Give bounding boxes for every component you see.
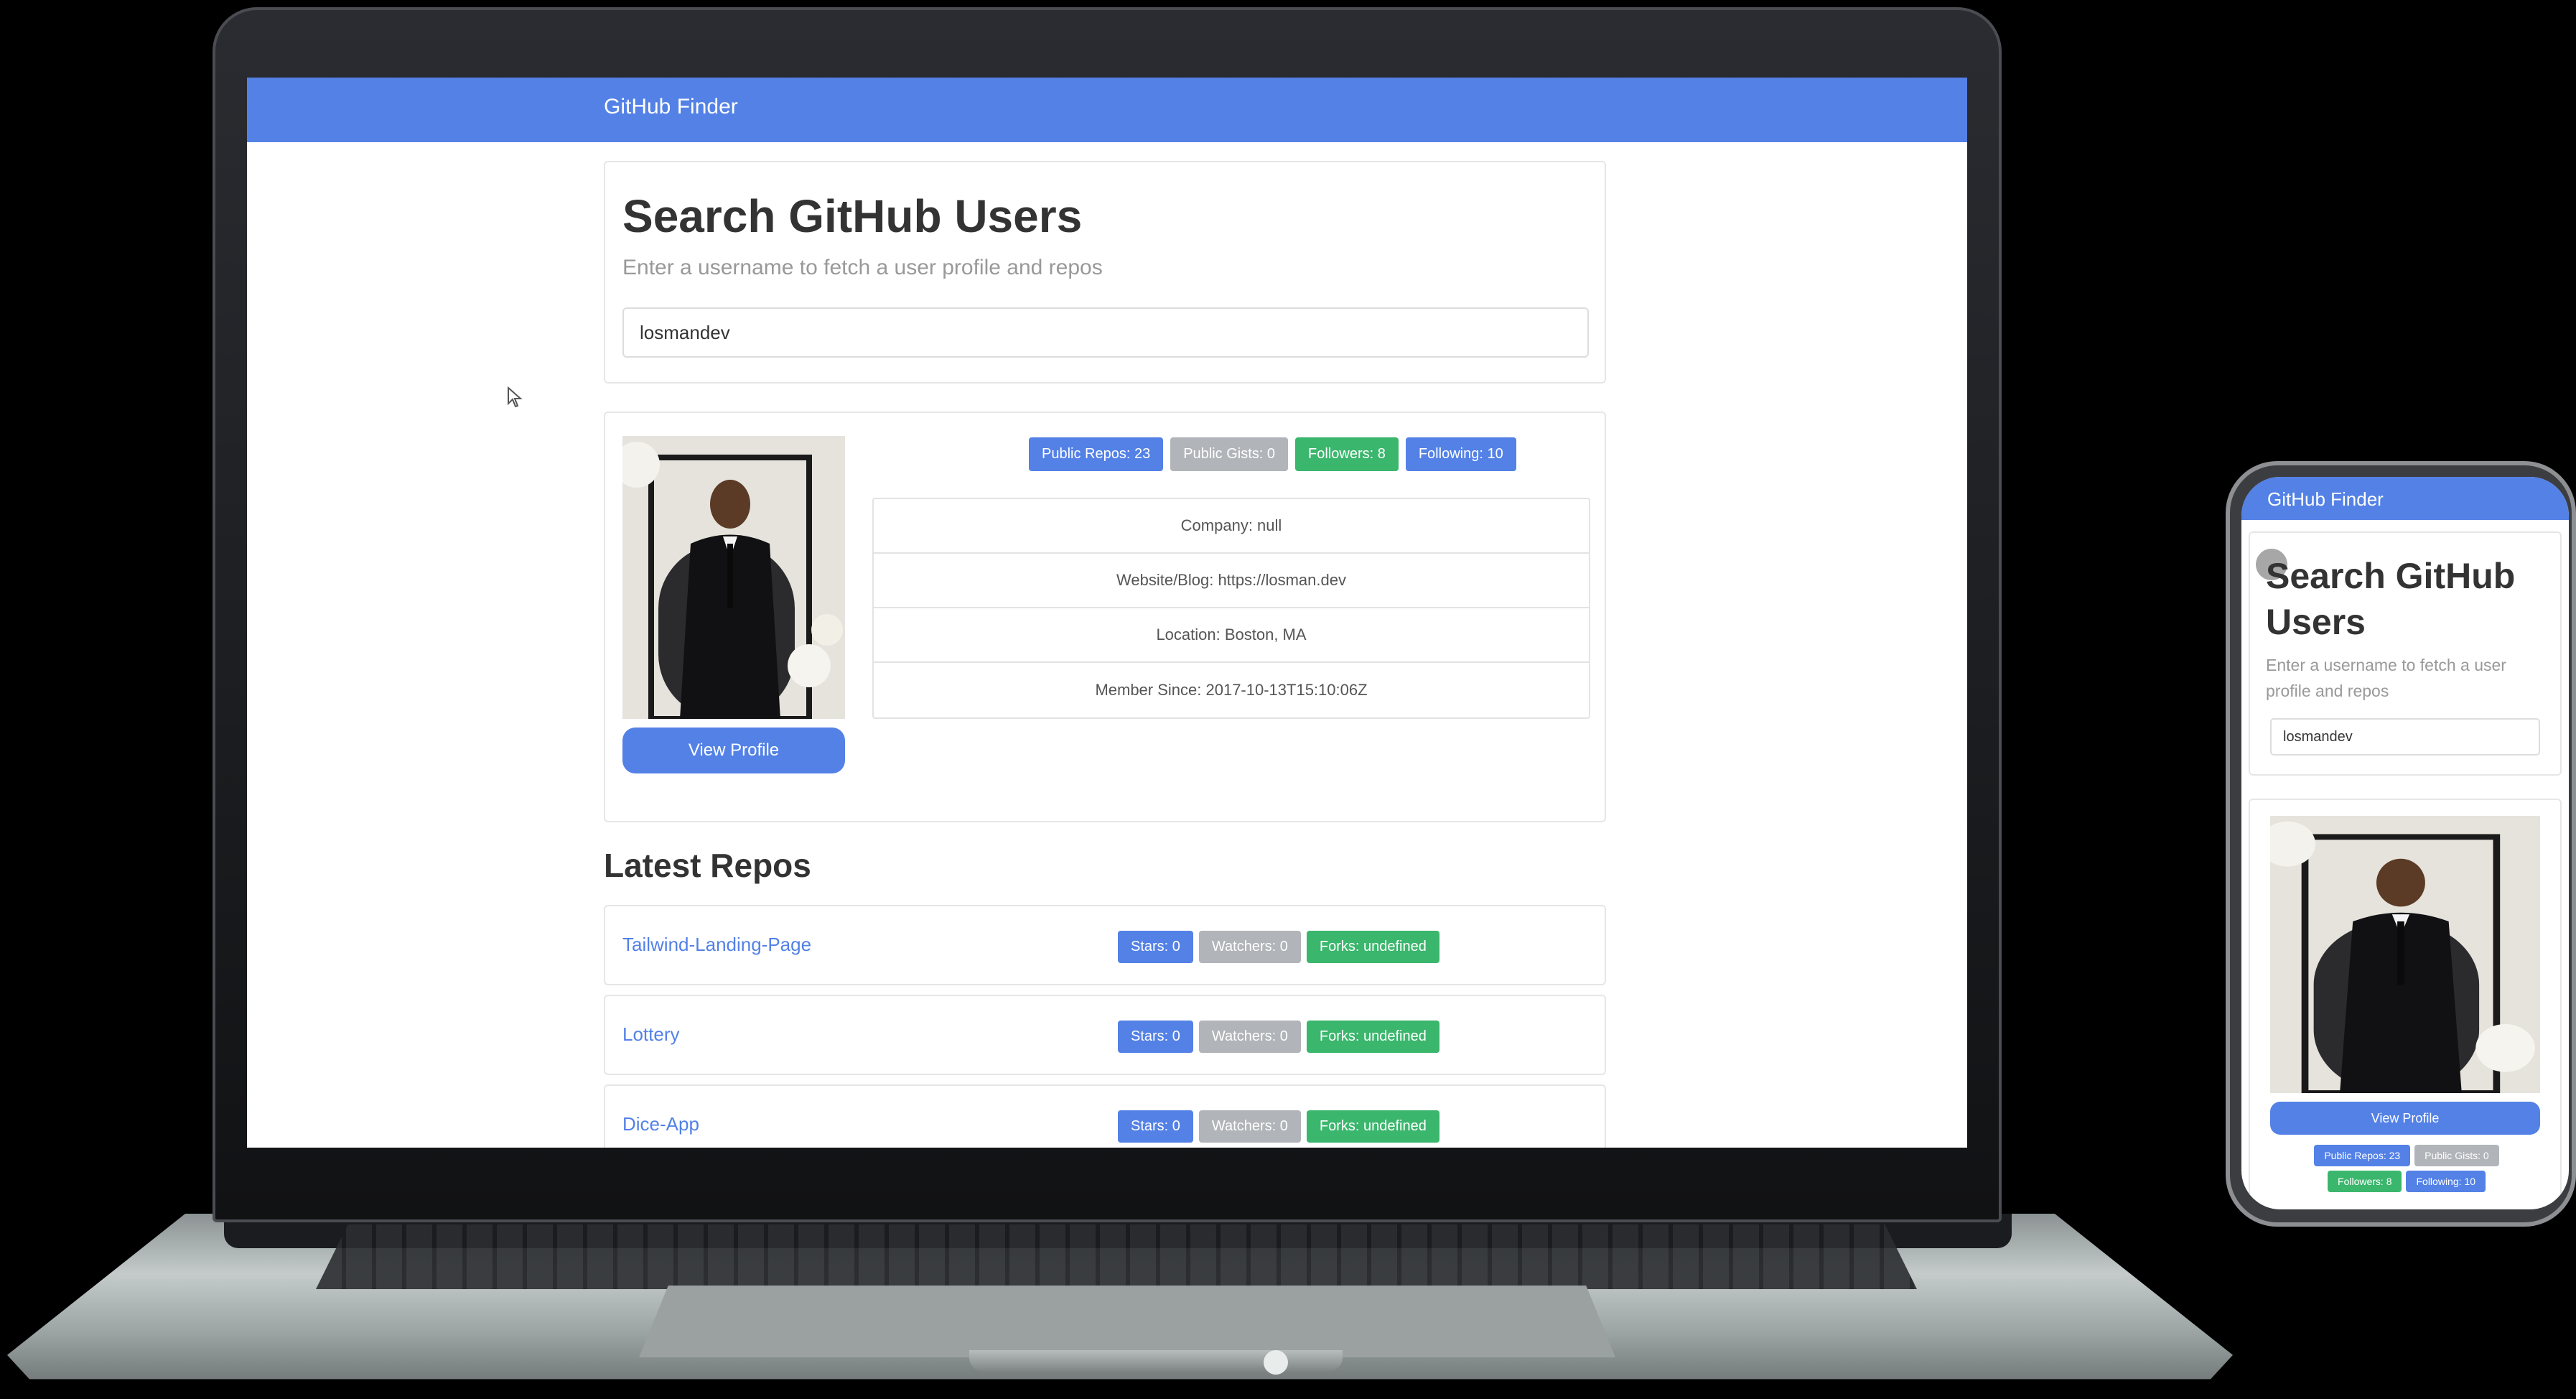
avatar [622,436,845,719]
profile-stats-badges: Public Repos: 23 Public Gists: 0 Followe… [1029,437,1516,471]
public-repos-badge: Public Repos: 23 [1029,437,1164,471]
repo-badges: Stars: 0 Watchers: 0 Forks: undefined [1118,1110,1439,1143]
phone-screen: GitHub Finder Search GitHub Users Enter … [2241,477,2569,1209]
forks-badge: Forks: undefined [1306,931,1439,963]
navbar: GitHub Finder [247,78,1967,142]
device-mockup-stage: GitHub Finder Search GitHub Users Enter … [0,0,2576,1399]
following-badge: Following: 10 [1405,437,1516,471]
phone-public-repos-badge: Public Repos: 23 [2314,1145,2411,1166]
phone-navbar-brand[interactable]: GitHub Finder [2267,488,2384,511]
page-title: Search GitHub Users [622,190,1083,242]
repo-badges: Stars: 0 Watchers: 0 Forks: undefined [1118,1021,1439,1053]
profile-card: View Profile Public Repos: 23 Public Gis… [604,412,1606,822]
website-item: Website/Blog: https://losman.dev [874,554,1589,608]
forks-badge: Forks: undefined [1306,1110,1439,1143]
repo-link[interactable]: Dice-App [622,1113,699,1135]
company-item: Company: null [874,499,1589,554]
search-lead-text: Enter a username to fetch a user profile… [622,256,1103,279]
mouse-pointer-icon [507,386,523,413]
laptop-keyboard [316,1224,1917,1289]
followers-badge: Followers: 8 [1295,437,1399,471]
profile-details-list: Company: null Website/Blog: https://losm… [872,498,1590,719]
repo-link[interactable]: Lottery [622,1023,680,1046]
public-gists-badge: Public Gists: 0 [1170,437,1289,471]
phone-profile-stats-badges: Public Repos: 23 Public Gists: 0 Followe… [2285,1145,2529,1192]
repo-link[interactable]: Tailwind-Landing-Page [622,934,811,956]
phone-search-lead-text: Enter a username to fetch a user profile… [2266,656,2506,700]
stars-badge: Stars: 0 [1118,1110,1193,1143]
phone-page-title: Search GitHub Users [2266,556,2516,642]
navbar-brand[interactable]: GitHub Finder [604,95,738,119]
forks-badge: Forks: undefined [1306,1021,1439,1053]
watchers-badge: Watchers: 0 [1198,1021,1301,1053]
repo-card: Lottery Stars: 0 Watchers: 0 Forks: unde… [604,995,1606,1075]
location-item: Location: Boston, MA [874,608,1589,663]
repo-card: Dice-App Stars: 0 Watchers: 0 Forks: und… [604,1084,1606,1148]
laptop-light-dot [1264,1350,1288,1375]
phone-navbar: GitHub Finder [2241,477,2569,520]
phone-search-input[interactable] [2270,718,2540,756]
watchers-badge: Watchers: 0 [1198,931,1301,963]
phone-view-profile-button[interactable]: View Profile [2270,1102,2540,1135]
stars-badge: Stars: 0 [1118,931,1193,963]
phone-public-gists-badge: Public Gists: 0 [2414,1145,2499,1166]
member-since-item: Member Since: 2017-10-13T15:10:06Z [1095,681,1368,699]
view-profile-button[interactable]: View Profile [622,728,845,773]
latest-repos-heading: Latest Repos [604,847,811,884]
laptop-screen: GitHub Finder Search GitHub Users Enter … [247,78,1967,1148]
phone-followers-badge: Followers: 8 [2328,1171,2402,1192]
laptop-trackpad [639,1286,1615,1357]
watchers-badge: Watchers: 0 [1198,1110,1301,1143]
phone-avatar [2270,816,2540,1093]
phone-following-badge: Following: 10 [2406,1171,2486,1192]
search-card: Search GitHub Users Enter a username to … [604,161,1606,384]
repo-badges: Stars: 0 Watchers: 0 Forks: undefined [1118,931,1439,963]
search-input[interactable] [622,307,1589,358]
stars-badge: Stars: 0 [1118,1021,1193,1053]
repo-card: Tailwind-Landing-Page Stars: 0 Watchers:… [604,905,1606,985]
